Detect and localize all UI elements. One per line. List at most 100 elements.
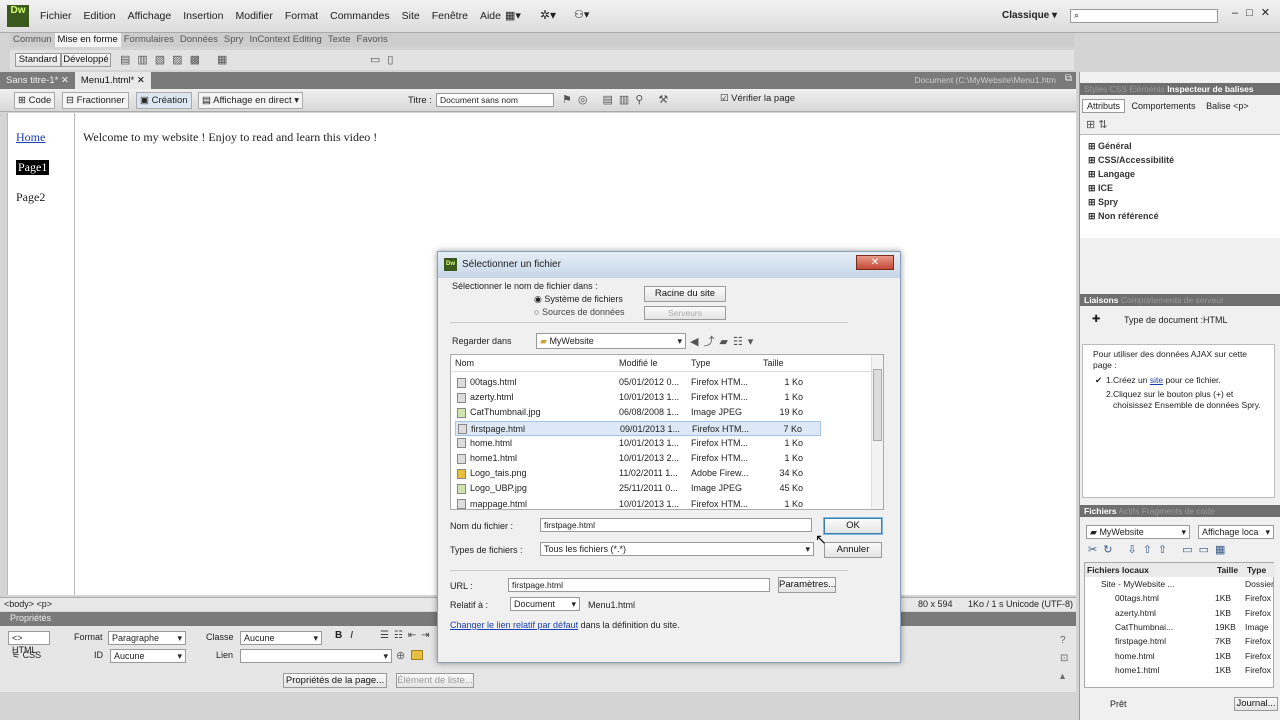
file-row[interactable]: mappage.html 10/01/2013 1... Firefox HTM..… [455,497,821,512]
nav-link-page2[interactable]: Page2 [16,190,45,205]
link-input[interactable] [240,649,392,663]
dialog-titlebar[interactable]: Dw Sélectionner un fichier ✕ [438,252,900,278]
tab-css-styles[interactable]: Styles CSS [1084,84,1127,94]
list-indent-buttons[interactable]: ☰☷⇤⇥ [380,630,435,641]
css-panel-header[interactable]: Styles CSS Éléments Inspecteur de balise… [1080,83,1280,95]
format-select[interactable]: Paragraphe [108,631,186,645]
file-row[interactable]: firstpage.html 09/01/2013 1... Firefox HTM… [455,420,821,436]
restore-icon[interactable]: ⧉ [1065,73,1072,84]
site-link[interactable]: site [1150,375,1163,385]
tab-menu1[interactable]: Menu1.html* ✕ [74,72,151,89]
sort-icons[interactable]: ⊞ ⇅ [1086,118,1108,131]
local-file-row[interactable]: azerty.html 1KB Firefox [1085,606,1275,620]
split-view-button[interactable]: ⊟ Fractionner [62,92,129,109]
menu-site[interactable]: Site [396,0,426,33]
window-size[interactable]: 80 x 594 [918,599,953,609]
new-folder-icon[interactable]: ▰ [719,336,732,348]
tab-elements[interactable]: Éléments [1129,84,1164,94]
tab-spry[interactable]: Spry [221,33,247,47]
workspace-switcher[interactable]: Classique ▾ [1002,10,1057,21]
category-non-reference[interactable]: ⊞ Non référencé [1088,211,1159,222]
relative-select[interactable]: Document [510,597,580,611]
properties-side-icons[interactable]: ? ⊡ ▴ [1060,632,1068,686]
scroll-thumb[interactable] [873,369,882,441]
radio-data-sources[interactable]: ○ Sources de données [534,307,625,317]
layout-insert-icons[interactable]: ▤▥▧▨▩ ▦ [120,53,234,66]
local-file-row[interactable]: 00tags.html 1KB Firefox [1085,591,1275,605]
html-mode-button[interactable]: <> HTML [8,631,50,655]
back-icon[interactable]: ◀ [690,336,703,348]
expanded-mode-button[interactable]: Développé [61,53,111,67]
close-icon[interactable]: ✕ [1261,7,1278,19]
gear-icon[interactable]: ✲▾ [540,8,564,22]
site-select[interactable]: ▰ MyWebsite [1086,525,1190,539]
filename-input[interactable]: firstpage.html [540,518,812,532]
view-select[interactable]: Affichage loca [1198,525,1274,539]
col-nom[interactable]: Nom [455,358,474,368]
local-file-row[interactable]: firstpage.html 7KB Firefox [1085,634,1275,648]
file-row[interactable]: 00tags.html 05/01/2012 0... Firefox HTM...… [455,375,821,390]
validate-button[interactable]: ☑ Vérifier la page [720,93,795,104]
menu-insertion[interactable]: Insertion [177,0,229,33]
tab-favoris[interactable]: Favoris [354,33,391,47]
tab-tag-inspector[interactable]: Inspecteur de balises [1167,84,1253,94]
up-folder-icon[interactable]: ⤴ [703,336,719,348]
italic-icon[interactable]: I [350,630,361,641]
col-local-files[interactable]: Fichiers locaux [1087,563,1149,577]
file-row[interactable]: Logo_UBP.jpg 25/11/2011 0... Image JPEG 45 … [455,481,821,496]
point-to-file-icon[interactable]: ⊕ [396,649,405,662]
tab-actifs[interactable]: Actifs [1119,506,1140,516]
tab-texte[interactable]: Texte [325,33,354,47]
tab-fichiers[interactable]: Fichiers [1084,506,1117,516]
tab-mise-en-forme[interactable]: Mise en forme [54,33,121,47]
journal-button[interactable]: Journal... [1234,697,1278,711]
dialog-close-button[interactable]: ✕ [856,255,894,270]
toolbar-icons[interactable]: ⚑◎ ▤▥⚲ ⚒ [562,93,674,106]
file-row[interactable]: Logo_tais.png 11/02/2011 1... Adobe Firew.… [455,466,821,481]
col-type[interactable]: Type [1247,563,1266,577]
code-view-button[interactable]: ⊞ Code [14,92,56,109]
nav-link-page1[interactable]: Page1 [16,160,50,175]
text-style-buttons[interactable]: BI [335,630,361,641]
file-row[interactable]: azerty.html 10/01/2013 1... Firefox HTM...… [455,390,821,405]
menu-aide[interactable]: Aide [474,0,507,33]
frame-icons[interactable]: ▭▯ [370,53,400,66]
tab-server-behaviors[interactable]: Comportements de serveur [1121,295,1224,305]
category-general[interactable]: ⊞ Général [1088,141,1132,152]
tab-attributs[interactable]: Attributs [1082,99,1126,113]
local-file-row[interactable]: CatThumbnai... 19KB Image [1085,620,1275,634]
list-item-button[interactable]: Élément de liste... [396,673,474,688]
category-langage[interactable]: ⊞ Langage [1088,169,1135,180]
id-select[interactable]: Aucune [110,649,186,663]
col-type[interactable]: Type [691,358,711,368]
file-row[interactable]: CatThumbnail.jpg 06/08/2008 1... Image JPE… [455,405,821,420]
bold-icon[interactable]: B [335,630,350,641]
local-file-row[interactable]: Site - MyWebsite ... Dossier [1085,577,1275,591]
cancel-button[interactable]: Annuler [824,542,882,558]
minimize-icon[interactable]: – [1232,7,1246,19]
menu-fichier[interactable]: Fichier [34,0,78,33]
standard-mode-button[interactable]: Standard [15,53,61,67]
close-icon[interactable]: ✕ [61,75,69,86]
tab-commun[interactable]: Commun [10,33,55,47]
menu-affichage[interactable]: Affichage [122,0,178,33]
col-size[interactable]: Taille [1217,563,1238,577]
local-file-row[interactable]: home1.html 1KB Firefox [1085,663,1275,677]
radio-file-system[interactable]: ◉ Système de fichiers [534,294,623,305]
category-ice[interactable]: ⊞ ICE [1088,183,1113,194]
menu-fenetre[interactable]: Fenêtre [426,0,474,33]
close-icon[interactable]: ✕ [137,75,145,86]
category-spry[interactable]: ⊞ Spry [1088,197,1118,208]
menu-modifier[interactable]: Modifier [230,0,279,33]
menu-format[interactable]: Format [279,0,324,33]
bindings-header[interactable]: Liaisons Comportements de serveur [1080,294,1280,306]
tag-selector[interactable]: <body> <p> [4,599,52,609]
local-file-row[interactable]: home.html 1KB Firefox [1085,649,1275,663]
tab-sans-titre[interactable]: Sans titre-1* ✕ [0,72,75,89]
class-select[interactable]: Aucune [240,631,322,645]
maximize-icon[interactable]: □ [1246,7,1261,19]
file-row[interactable]: home.html 10/01/2013 1... Firefox HTM... 1 … [455,436,821,451]
look-in-select[interactable]: ▰ MyWebsite [536,333,686,349]
servers-button[interactable]: Serveurs [644,306,726,320]
browse-folder-icon[interactable] [411,650,423,660]
